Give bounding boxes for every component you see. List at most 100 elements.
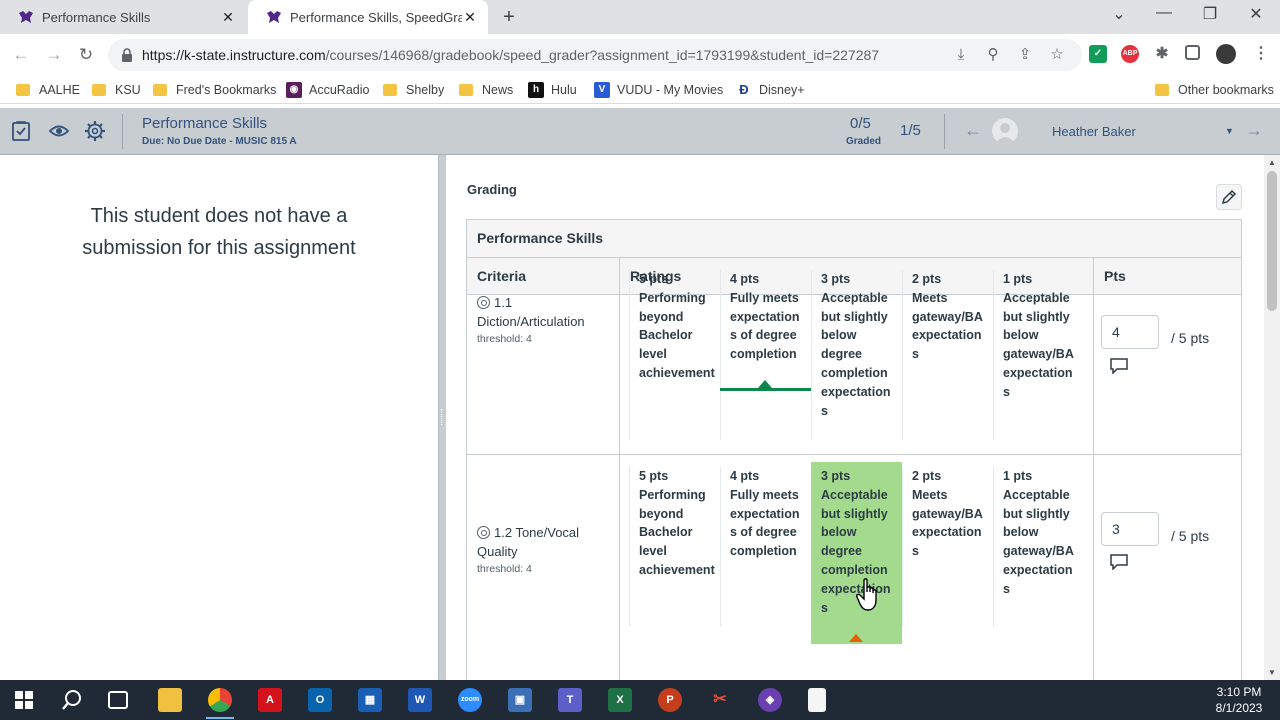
- assignment-title[interactable]: Performance Skills: [142, 115, 267, 132]
- rating-pts: 3 pts: [821, 272, 851, 286]
- back-icon[interactable]: ←: [10, 44, 32, 66]
- points-possible: / 5 pts: [1171, 330, 1210, 346]
- scrollbar-thumb[interactable]: [1267, 171, 1277, 311]
- outlook-icon[interactable]: O: [308, 688, 332, 712]
- extensions-puzzle-icon[interactable]: ✱: [1153, 45, 1171, 63]
- edit-rubric-button[interactable]: [1216, 184, 1242, 210]
- rating-1-2-1pts[interactable]: 1 pts Acceptable but slightly below gatew…: [994, 467, 1085, 599]
- bookmark-label: AALHE: [39, 83, 80, 97]
- forward-icon[interactable]: →: [43, 44, 65, 66]
- bookmark-ksu[interactable]: KSU: [92, 81, 141, 99]
- scroll-up-arrow-icon[interactable]: ▲: [1268, 158, 1276, 167]
- bookmark-disney[interactable]: Ð Disney+: [736, 81, 804, 99]
- hand-cursor-icon: [856, 578, 877, 611]
- document-icon[interactable]: [808, 688, 826, 712]
- speedgrader-header: Performance Skills Due: No Due Date - MU…: [0, 108, 1280, 155]
- network-app-icon[interactable]: ▣: [508, 688, 532, 712]
- minimize-icon[interactable]: —: [1152, 4, 1176, 22]
- zoom-icon[interactable]: ⚲: [984, 46, 1002, 64]
- new-tab-icon[interactable]: +: [498, 6, 520, 28]
- criterion-1-2-points-input[interactable]: 3: [1101, 512, 1159, 546]
- gear-icon[interactable]: [84, 120, 106, 142]
- bookmark-label: AccuRadio: [309, 83, 370, 97]
- rating-1-2-4pts[interactable]: 4 pts Fully meets expectation s of degree…: [721, 467, 812, 561]
- install-icon[interactable]: ⤓: [952, 46, 970, 64]
- side-panel-icon[interactable]: [1185, 45, 1200, 60]
- folder-icon: [16, 84, 30, 96]
- criteria-column-header: Criteria: [467, 258, 619, 295]
- bookmark-hulu[interactable]: h Hulu: [528, 81, 577, 99]
- criterion-1-1-points-input[interactable]: 4: [1101, 315, 1159, 349]
- store-icon[interactable]: ▦: [358, 688, 382, 712]
- teams-icon[interactable]: T: [558, 688, 582, 712]
- file-explorer-icon[interactable]: [158, 688, 182, 712]
- rating-pts: 3 pts: [821, 469, 851, 483]
- rating-1-2-2pts[interactable]: 2 pts Meets gateway/BA expectation s: [903, 467, 994, 561]
- grading-pane-scrollbar[interactable]: ▲ ▼: [1264, 155, 1280, 680]
- acrobat-icon[interactable]: A: [258, 688, 282, 712]
- close-tab-icon[interactable]: ✕: [220, 9, 236, 25]
- row-divider: [467, 454, 1241, 455]
- pts-column-header: Pts: [1094, 258, 1241, 295]
- bookmark-shelby[interactable]: Shelby: [383, 81, 444, 99]
- student-position: 1/5: [900, 122, 921, 139]
- profile-avatar[interactable]: [1216, 44, 1236, 64]
- bookmark-freds[interactable]: Fred's Bookmarks: [153, 81, 276, 99]
- excel-icon[interactable]: X: [608, 688, 632, 712]
- rating-1-1-5pts[interactable]: 5 pts Performing beyond Bachelor level ac…: [630, 270, 721, 383]
- window-close-icon[interactable]: ✕: [1244, 4, 1268, 24]
- next-student-arrow-icon[interactable]: →: [1245, 120, 1263, 141]
- chrome-icon[interactable]: [208, 688, 232, 712]
- reload-icon[interactable]: ↻: [75, 44, 97, 66]
- rating-pts: 1 pts: [1003, 272, 1033, 286]
- rating-description: Fully meets expectation s of degree comp…: [730, 290, 800, 362]
- active-app-indicator: [206, 717, 234, 719]
- outcome-target-icon: [477, 296, 490, 309]
- rating-1-1-1pts[interactable]: 1 pts Acceptable but slightly below gatew…: [994, 270, 1085, 402]
- powerpoint-icon[interactable]: P: [658, 688, 682, 712]
- bookmark-accuradio[interactable]: ◉ AccuRadio: [286, 81, 369, 99]
- criterion-1-2: 1.2 Tone/Vocal Quality threshold: 4: [477, 523, 607, 577]
- rating-1-2-5pts[interactable]: 5 pts Performing beyond Bachelor level ac…: [630, 467, 721, 580]
- comment-icon[interactable]: [1110, 554, 1128, 570]
- browser-tab-performance-skills[interactable]: Performance Skills ✕: [0, 0, 246, 34]
- pane-resize-handle[interactable]: [438, 155, 446, 680]
- windows-start-icon[interactable]: [12, 688, 36, 712]
- rating-description: Performing beyond Bachelor level achieve…: [639, 290, 715, 380]
- hulu-icon: h: [528, 82, 544, 98]
- close-tab-icon[interactable]: ✕: [462, 9, 478, 25]
- tab-title: Performance Skills: [42, 9, 151, 25]
- previous-student-arrow-icon[interactable]: ←: [964, 120, 982, 141]
- bookmark-news[interactable]: News: [459, 81, 513, 99]
- zoom-app-icon[interactable]: zoom: [458, 688, 482, 712]
- gradebook-icon[interactable]: [10, 120, 32, 142]
- eye-icon[interactable]: [48, 120, 70, 142]
- rating-1-1-3pts[interactable]: 3 pts Acceptable but slightly below degre…: [812, 270, 903, 420]
- scroll-down-arrow-icon[interactable]: ▼: [1268, 668, 1276, 677]
- rating-1-1-2pts[interactable]: 2 pts Meets gateway/BA expectation s: [903, 270, 994, 364]
- adblock-icon[interactable]: ABP: [1121, 45, 1139, 63]
- share-icon[interactable]: ⇪: [1016, 46, 1034, 64]
- browser-tab-speedgrader[interactable]: Performance Skills, SpeedGrader ✕: [248, 0, 488, 34]
- bookmark-aalhe[interactable]: AALHE: [16, 81, 80, 99]
- bookmark-vudu[interactable]: V VUDU - My Movies: [594, 81, 723, 99]
- chrome-menu-icon[interactable]: ⋮: [1252, 45, 1270, 63]
- address-bar[interactable]: https://k-state.instructure.com/courses/…: [108, 39, 1082, 71]
- criterion-name: 1.1 Diction/Articulation: [477, 295, 585, 329]
- restore-icon[interactable]: ❐: [1198, 4, 1222, 24]
- search-icon[interactable]: [60, 688, 84, 712]
- task-view-icon[interactable]: [108, 691, 128, 709]
- chevron-down-icon[interactable]: ▼: [1225, 126, 1234, 136]
- snipping-tool-icon[interactable]: ✂: [708, 688, 732, 712]
- comment-icon[interactable]: [1110, 358, 1128, 374]
- other-bookmarks[interactable]: Other bookmarks: [1155, 81, 1274, 99]
- bookmark-label: VUDU - My Movies: [617, 83, 724, 97]
- app-icon[interactable]: ◈: [758, 688, 782, 712]
- bookmark-star-icon[interactable]: ☆: [1048, 46, 1066, 64]
- rating-1-1-4pts[interactable]: 4 pts Fully meets expectation s of degree…: [721, 270, 812, 364]
- word-icon[interactable]: W: [408, 688, 432, 712]
- tab-search-chevron-icon[interactable]: ⌄: [1107, 4, 1131, 24]
- student-select[interactable]: Heather Baker: [1052, 124, 1136, 139]
- system-clock[interactable]: 3:10 PM 8/1/2023: [1206, 684, 1272, 716]
- checkmark-extension-icon[interactable]: ✓: [1089, 45, 1107, 63]
